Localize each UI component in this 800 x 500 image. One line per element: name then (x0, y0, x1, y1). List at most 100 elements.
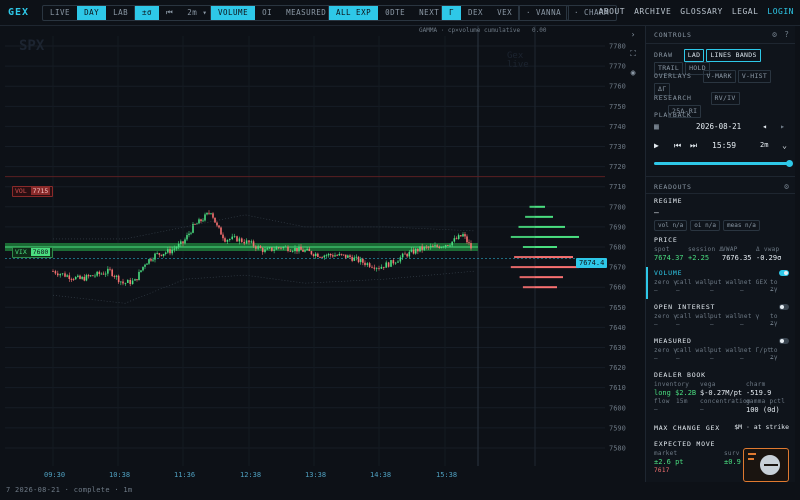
tab-dex[interactable]: DEX (461, 6, 490, 20)
col: put wall (710, 279, 742, 286)
slider-handle[interactable] (786, 160, 793, 167)
val: — (770, 287, 774, 294)
sigma-button[interactable]: ±σ (135, 6, 160, 20)
oi-toggle[interactable] (779, 304, 789, 310)
tab-0dte[interactable]: 0DTE (378, 6, 412, 20)
x-tick-label: 11:36 (174, 471, 195, 479)
candle-body (64, 273, 66, 277)
nav-glossary[interactable]: GLOSSARY (680, 7, 723, 16)
playback-interval[interactable]: 2m (760, 141, 768, 149)
gex-bar (535, 286, 557, 289)
rewind-button[interactable]: ⏮ (159, 6, 180, 20)
candle-body (442, 246, 445, 248)
val: — (740, 287, 744, 294)
candle-body (355, 256, 358, 258)
candle-body (304, 250, 306, 252)
candle-body (462, 234, 464, 237)
candle-body (425, 246, 428, 248)
candle-body (117, 275, 120, 283)
candle-body (214, 217, 216, 223)
candle-body (216, 222, 218, 226)
draw-lad[interactable]: LAD (683, 49, 705, 62)
help-icon[interactable]: ? (784, 30, 789, 39)
price-chart[interactable]: 7780 7770 7760 7750 7740 7730 7720 7710 7700 7690… (5, 26, 642, 481)
overlay-vhist[interactable]: V-HIST (737, 70, 772, 83)
x-tick-label: 09:30 (44, 471, 65, 479)
candle-body (83, 276, 86, 281)
candle-body (375, 267, 378, 269)
expected-label: EXPECTED MOVE (654, 440, 716, 448)
candle-body (127, 279, 129, 283)
candle-body (57, 273, 59, 276)
expand-icon[interactable]: ⛶ (626, 47, 640, 61)
chevron-right-icon[interactable]: › (626, 28, 640, 42)
nav-about[interactable]: ABOUT (598, 7, 625, 16)
vol-tag-label: VOL (15, 187, 27, 195)
overlay-vmark[interactable]: V-MARK (702, 70, 736, 83)
candle-body (206, 212, 208, 215)
measured-toggle[interactable] (779, 338, 789, 344)
tab-measured[interactable]: MEASURED (279, 6, 333, 20)
calendar-icon[interactable]: ▦ (654, 122, 659, 131)
controls-title: CONTROLS (654, 31, 692, 39)
tab-lab[interactable]: LAB (106, 6, 135, 20)
candle-body (243, 241, 245, 244)
skip-end-icon[interactable]: ⏭ (690, 141, 697, 151)
settings-icon[interactable]: ⚙ (784, 182, 789, 191)
volume-section: VOLUME zero γ call wall put wall net GEX… (654, 269, 789, 295)
vega-value: $-0.27M/pt (700, 389, 743, 397)
tab-live[interactable]: LIVE (43, 6, 77, 20)
candle-body (312, 254, 315, 256)
skip-start-icon[interactable]: ⏮ (674, 141, 681, 151)
measured-cols: zero γ call wall put wall net Γ/pt to zγ (654, 347, 789, 361)
vanna-button[interactable]: · VANNA (519, 6, 568, 20)
camera-icon[interactable]: ◉ (626, 66, 640, 80)
divider (646, 176, 795, 177)
tab-all-exp[interactable]: ALL EXP (329, 6, 379, 20)
nav-login[interactable]: LOGIN (767, 7, 794, 16)
candle-body (94, 275, 96, 277)
y-tick-label: 7630 (609, 344, 626, 352)
tab-vex[interactable]: VEX (490, 6, 519, 20)
candle-body (171, 249, 173, 254)
gex-bar-left (514, 256, 535, 259)
candle-body (406, 254, 408, 257)
chevron-down-icon[interactable]: ⌄ (782, 141, 787, 150)
y-tick-label: 7760 (609, 83, 626, 91)
tab-oi[interactable]: OI (255, 6, 279, 20)
step-back-icon[interactable]: ◂ (762, 122, 767, 131)
candle-body (291, 251, 294, 252)
assistant-widget[interactable] (743, 448, 789, 482)
gear-icon[interactable]: ⚙ (772, 30, 777, 39)
nav-legal[interactable]: LEGAL (732, 7, 759, 16)
gex-bar (535, 215, 553, 218)
tab-volume[interactable]: VOLUME (211, 6, 256, 20)
candle-body (306, 248, 308, 251)
candle-body (273, 249, 275, 251)
nav-archive[interactable]: ARCHIVE (634, 7, 671, 16)
volume-toggle[interactable] (779, 270, 789, 276)
top-bar: GEX LIVE DAY LAB ±σ ⏮ 2m ▾ VOLUME OI MEA… (0, 0, 800, 26)
controls-header: CONTROLS ⚙ ? (654, 30, 789, 39)
tab-day[interactable]: DAY (77, 6, 107, 20)
slider-fill (654, 162, 790, 165)
play-icon[interactable]: ▶ (654, 141, 659, 150)
oi-cols: zero γ call wall put wall net γ to zγ (654, 313, 789, 327)
candle-body (154, 253, 156, 260)
val: — (740, 355, 744, 362)
playback-date[interactable]: 2026-08-21 (696, 122, 741, 131)
gex-bar (535, 235, 579, 238)
val: — (700, 406, 704, 413)
candle-body (175, 247, 178, 249)
candle-body (349, 255, 351, 258)
candle-body (417, 248, 419, 252)
candle-body (385, 262, 387, 268)
step-forward-icon[interactable]: ▸ (780, 122, 785, 131)
candle-body (257, 246, 259, 249)
draw-lines-bands[interactable]: LINES BANDS (706, 49, 761, 62)
vanna-toggle[interactable]: · VANNA (518, 5, 570, 21)
research-rviv[interactable]: RV/IV (710, 92, 740, 105)
playback-slider[interactable] (654, 160, 793, 167)
tab-gamma[interactable]: Γ (442, 6, 462, 20)
candle-body (52, 271, 54, 272)
